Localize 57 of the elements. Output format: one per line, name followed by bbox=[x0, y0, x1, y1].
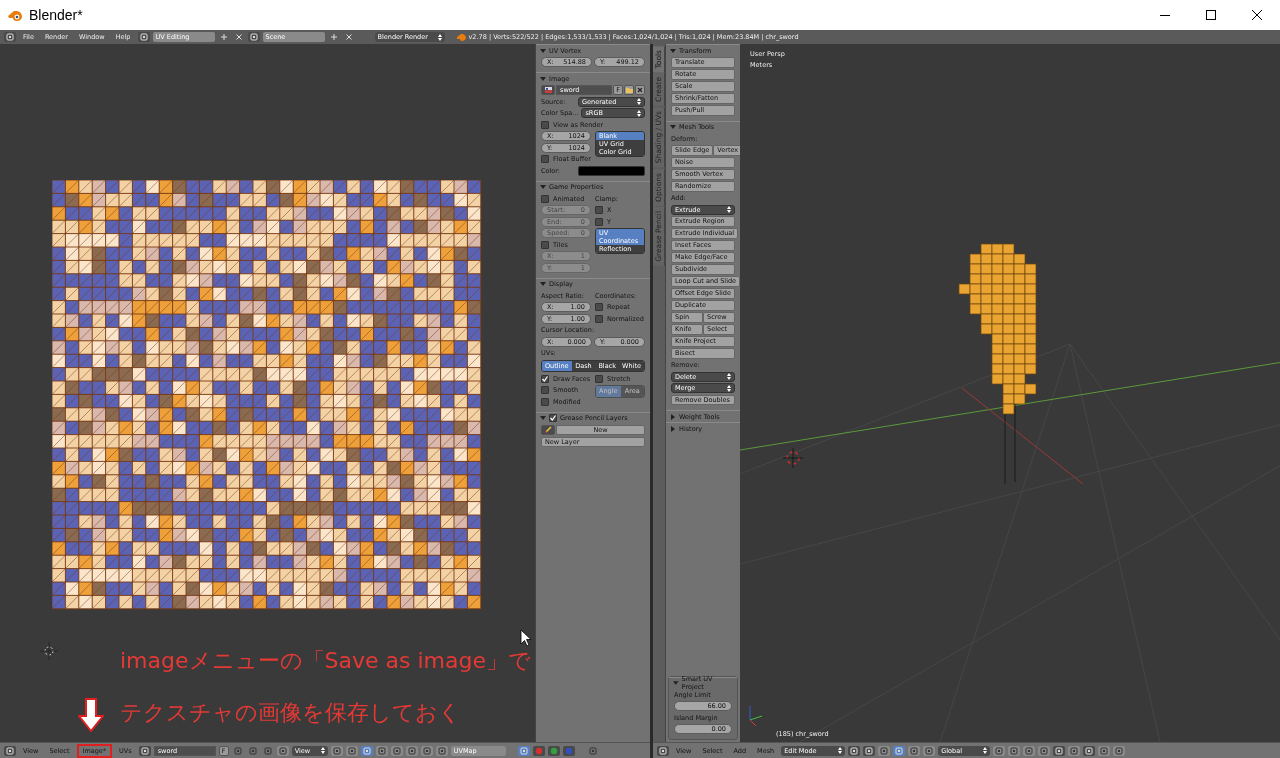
maximize-icon bbox=[1206, 10, 1216, 20]
close-icon bbox=[235, 34, 242, 40]
annotation-text: テクスチャの画像を保存しておく bbox=[120, 699, 461, 727]
disclosure-triangle-icon[interactable] bbox=[670, 47, 676, 54]
checkbox[interactable] bbox=[595, 314, 603, 323]
pencil-browse-button[interactable] bbox=[541, 424, 555, 435]
3d-cursor-icon bbox=[782, 447, 804, 469]
disclosure-triangle-icon[interactable] bbox=[540, 47, 546, 54]
pencil-icon bbox=[544, 426, 552, 433]
axis-gizmo-icon bbox=[749, 705, 763, 727]
circle-icon bbox=[564, 746, 573, 755]
disclosure-triangle-icon[interactable] bbox=[670, 425, 676, 432]
checkbox[interactable] bbox=[549, 414, 557, 422]
mouse-pointer-icon bbox=[520, 629, 532, 647]
disclosure-triangle-icon[interactable] bbox=[540, 184, 546, 190]
checkbox[interactable] bbox=[541, 240, 549, 249]
minimize-icon bbox=[1160, 14, 1170, 16]
checkbox[interactable] bbox=[541, 397, 549, 406]
disclosure-triangle-icon[interactable] bbox=[540, 75, 546, 82]
updown-arrows-icon bbox=[838, 747, 843, 754]
updown-arrows-icon bbox=[727, 206, 731, 213]
disclosure-triangle-icon[interactable] bbox=[670, 124, 676, 130]
updown-arrows-icon bbox=[637, 109, 641, 117]
checkbox[interactable] bbox=[541, 120, 549, 129]
disclosure-triangle-icon[interactable] bbox=[540, 415, 546, 421]
checkbox[interactable] bbox=[595, 374, 603, 383]
checkbox[interactable] bbox=[541, 155, 549, 163]
updown-arrows-icon bbox=[437, 33, 442, 41]
app-logo-icon bbox=[456, 33, 466, 41]
checkbox[interactable] bbox=[541, 386, 549, 394]
window-title: Blender* bbox=[29, 7, 83, 23]
updown-arrows-icon bbox=[637, 98, 641, 105]
close-icon bbox=[1252, 10, 1262, 20]
updown-arrows-icon bbox=[983, 747, 988, 754]
updown-arrows-icon bbox=[320, 747, 325, 754]
channel-button[interactable] bbox=[547, 745, 560, 756]
color-swatch[interactable] bbox=[578, 165, 645, 176]
checkbox[interactable] bbox=[595, 217, 603, 226]
image-browse-button[interactable] bbox=[541, 85, 555, 95]
disclosure-triangle-icon[interactable] bbox=[673, 680, 679, 686]
updown-arrows-icon bbox=[727, 384, 731, 392]
circle-icon bbox=[549, 746, 558, 755]
disclosure-triangle-icon[interactable] bbox=[670, 413, 676, 420]
checkbox[interactable] bbox=[595, 303, 603, 311]
app-logo-icon bbox=[8, 8, 23, 22]
checkbox[interactable] bbox=[541, 374, 549, 383]
close-icon bbox=[345, 34, 352, 40]
annotation-text: imageメニューの「Save as image」で bbox=[120, 647, 531, 675]
down-arrow-icon bbox=[78, 698, 104, 732]
disclosure-triangle-icon[interactable] bbox=[540, 281, 546, 287]
updown-arrows-icon bbox=[727, 373, 731, 380]
checkbox[interactable] bbox=[541, 194, 549, 203]
crosshair-icon bbox=[40, 642, 58, 660]
checkbox[interactable] bbox=[595, 206, 603, 214]
circle-icon bbox=[534, 746, 543, 755]
plus-icon bbox=[330, 34, 337, 40]
plus-icon bbox=[220, 34, 227, 40]
